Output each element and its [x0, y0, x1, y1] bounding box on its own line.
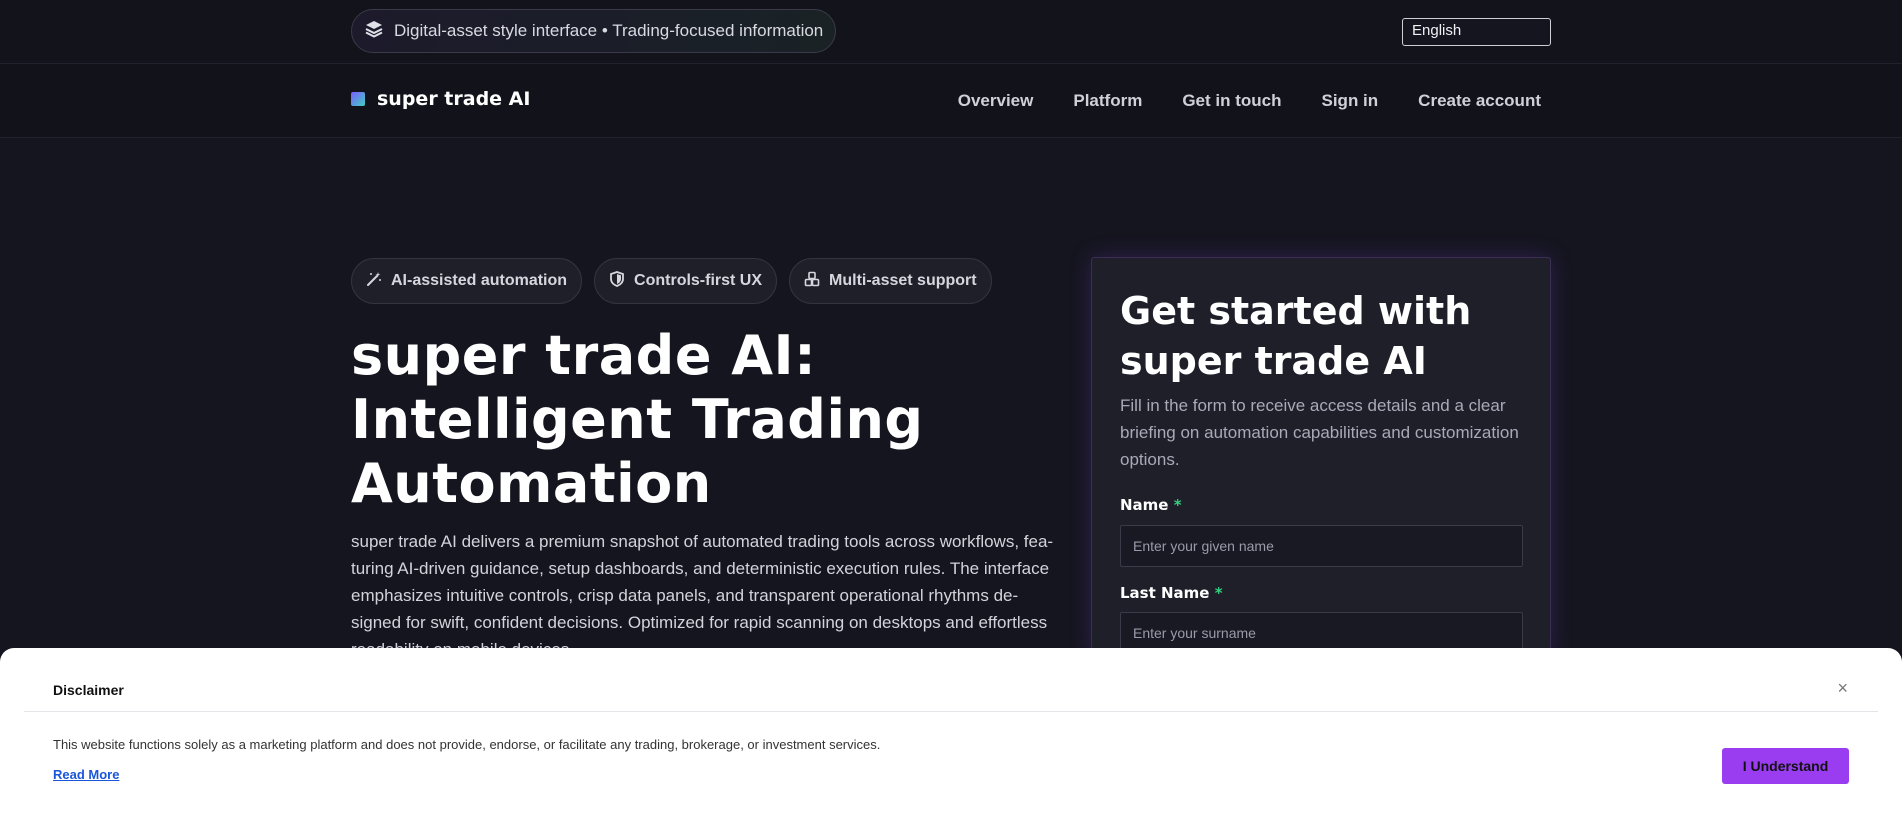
nav-overview[interactable]: Overview — [958, 91, 1034, 111]
feature-chips: AI-assisted automation Controls-first UX… — [351, 258, 992, 304]
divider — [24, 711, 1878, 712]
brand-name: super trade AI — [377, 88, 531, 110]
main-nav: super trade AI Overview Platform Get in … — [0, 64, 1902, 138]
required-mark: * — [1214, 584, 1223, 602]
nav-links: Overview Platform Get in touch Sign in C… — [958, 91, 1541, 111]
chip-label: Multi-asset support — [829, 272, 977, 289]
language-selected: English — [1412, 22, 1462, 39]
chip-controls-first: Controls-first UX — [594, 258, 778, 304]
info-pill: Digital-asset style interface • Trading-… — [351, 9, 837, 53]
shield-icon — [609, 270, 625, 292]
name-label: Name * — [1120, 496, 1182, 514]
chip-ai-automation: AI-assisted automation — [351, 258, 583, 304]
form-title: Get started with super trade AI — [1120, 289, 1472, 383]
brand-mark-icon — [351, 92, 365, 106]
nav-sign-in[interactable]: Sign in — [1322, 91, 1379, 111]
read-more-link[interactable]: Read More — [53, 767, 119, 782]
name-label-text: Name — [1120, 496, 1169, 514]
hero-title: super trade AI: Intelligent Trading Auto… — [351, 324, 924, 515]
disclaimer-title: Disclaimer — [53, 682, 124, 698]
name-input[interactable] — [1120, 525, 1523, 567]
nav-get-in-touch[interactable]: Get in touch — [1182, 91, 1281, 111]
layers-icon — [364, 19, 384, 44]
top-bar: Digital-asset style interface • Trading-… — [0, 0, 1902, 64]
chip-multi-asset: Multi-asset support — [789, 258, 992, 304]
last-name-label: Last Name * — [1120, 584, 1223, 602]
chip-label: Controls-first UX — [634, 272, 763, 289]
disclaimer-banner: Disclaimer × This website functions sole… — [0, 648, 1902, 818]
cubes-icon — [804, 271, 820, 292]
form-subtitle: Fill in the form to receive access detai… — [1120, 396, 1519, 469]
brand-logo[interactable]: super trade AI — [351, 88, 530, 110]
disclaimer-text: This website functions solely as a marke… — [53, 737, 881, 752]
close-icon[interactable]: × — [1837, 678, 1848, 699]
hero-description: super trade AI delivers a premium snapsh… — [351, 532, 1054, 659]
signup-form-card: Get started with super trade AI Fill in … — [1091, 257, 1551, 657]
nav-platform[interactable]: Platform — [1073, 91, 1142, 111]
magic-wand-icon — [366, 271, 382, 292]
required-mark: * — [1173, 496, 1182, 514]
last-name-label-text: Last Name — [1120, 584, 1210, 602]
i-understand-button[interactable]: I Understand — [1722, 748, 1849, 784]
language-select[interactable]: English — [1402, 18, 1551, 46]
nav-create-account[interactable]: Create account — [1418, 91, 1541, 111]
chip-label: AI-assisted automation — [391, 272, 568, 289]
info-pill-text: Digital-asset style interface • Trading-… — [394, 21, 824, 40]
